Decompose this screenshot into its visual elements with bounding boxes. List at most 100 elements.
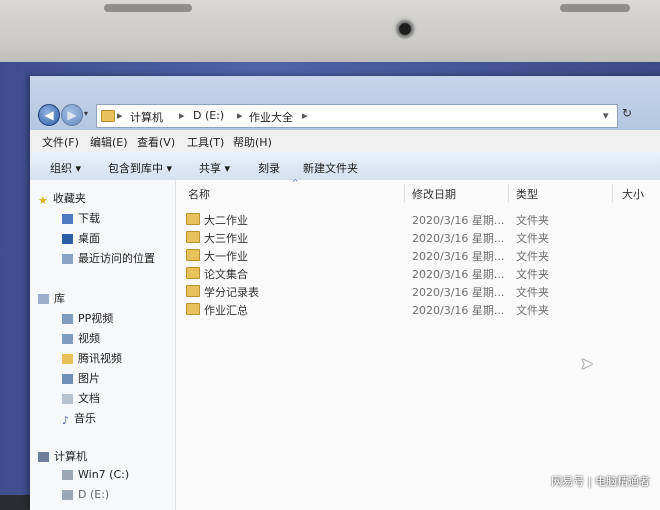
file-date: 2020/3/16 星期... [412, 250, 505, 263]
computer-icon [38, 452, 49, 462]
include-in-library-button[interactable]: 包含到库中 ▾ [108, 160, 172, 176]
address-dropdown-icon[interactable]: ▾ [603, 109, 609, 122]
watermark-author: 电脑精通者 [595, 475, 650, 488]
pictures-icon [62, 374, 73, 384]
desktop-icon [62, 234, 73, 244]
sidebar-item-videos[interactable]: 视频 [62, 330, 100, 346]
bezel-slot [104, 4, 192, 12]
file-name: 论文集合 [204, 268, 248, 281]
favorites-header[interactable]: ★ 收藏夹 [38, 190, 86, 207]
video-library-icon [62, 334, 73, 344]
file-type: 文件夹 [516, 232, 549, 245]
column-divider[interactable] [612, 184, 613, 202]
folder-icon [186, 230, 200, 243]
share-button[interactable]: 共享 ▾ [199, 160, 230, 176]
folder-icon [186, 212, 200, 225]
file-type: 文件夹 [516, 214, 549, 227]
menu-edit[interactable]: 编辑(E) [90, 134, 128, 150]
column-header-name[interactable]: 名称 [188, 186, 210, 202]
menu-bar: 文件(F) 编辑(E) 查看(V) 工具(T) 帮助(H) [30, 130, 660, 153]
file-type: 文件夹 [516, 268, 549, 281]
breadcrumb-separator: ▸ [302, 109, 308, 122]
back-button[interactable]: ◀ [38, 104, 60, 126]
breadcrumb-separator: ▸ [117, 109, 123, 122]
recent-pages-dropdown[interactable]: ▾ [84, 109, 88, 118]
folder-icon [186, 248, 200, 261]
file-date: 2020/3/16 星期... [412, 286, 505, 299]
watermark-separator: | [587, 475, 592, 488]
breadcrumb-computer[interactable]: 计算机 [130, 109, 163, 125]
folder-icon [186, 302, 200, 315]
file-row[interactable]: 作业汇总 2020/3/16 星期... 文件夹 [176, 300, 656, 318]
menu-help[interactable]: 帮助(H) [233, 134, 272, 150]
bezel-slot [560, 4, 630, 12]
column-divider[interactable] [404, 184, 405, 202]
menu-view[interactable]: 查看(V) [137, 134, 175, 150]
downloads-icon [62, 214, 73, 224]
column-header-type[interactable]: 类型 [516, 186, 538, 202]
file-name: 大三作业 [204, 232, 248, 245]
refresh-icon[interactable]: ↻ [622, 106, 640, 124]
file-date: 2020/3/16 星期... [412, 214, 505, 227]
breadcrumb-separator: ▸ [179, 109, 185, 122]
breadcrumb-separator: ▸ [237, 109, 243, 122]
file-name: 大二作业 [204, 214, 248, 227]
drive-icon [62, 470, 73, 480]
file-row[interactable]: 论文集合 2020/3/16 星期... 文件夹 [176, 264, 656, 282]
sidebar-item-tencent-video[interactable]: 腾讯视频 [62, 350, 122, 366]
forward-button[interactable]: ▶ [61, 104, 83, 126]
menu-tools[interactable]: 工具(T) [187, 134, 224, 150]
breadcrumb-drive[interactable]: D (E:) [193, 109, 224, 122]
file-date: 2020/3/16 星期... [412, 232, 505, 245]
column-divider[interactable] [508, 184, 509, 202]
library-icon [38, 294, 49, 304]
organize-button[interactable]: 组织 ▾ [50, 160, 81, 176]
navigation-pane: ★收藏夹 下载 桌面 最近访问的位置 库 PP视频 视频 腾讯视频 图片 文档 [30, 180, 176, 510]
file-row[interactable]: 大一作业 2020/3/16 星期... 文件夹 [176, 246, 656, 264]
video-library-icon [62, 314, 73, 324]
command-bar: 组织 ▾ 包含到库中 ▾ 共享 ▾ 刻录 新建文件夹 [30, 152, 660, 181]
music-icon: ♪ [62, 414, 70, 427]
file-row[interactable]: 学分记录表 2020/3/16 星期... 文件夹 [176, 282, 656, 300]
sidebar-item-recent[interactable]: 最近访问的位置 [62, 250, 155, 266]
sidebar-item-documents[interactable]: 文档 [62, 390, 100, 406]
watermark: 网易号 | 电脑精通者 [551, 473, 650, 489]
column-header-modified[interactable]: 修改日期 [412, 186, 456, 202]
file-name: 作业汇总 [204, 304, 248, 317]
title-bar: ◀ ▶ ▾ ▸ 计算机 ▸ D (E:) ▸ 作业大全 ▸ ▾ ↻ [30, 76, 660, 130]
file-name: 大一作业 [204, 250, 248, 263]
watermark-brand: 网易号 [551, 475, 585, 488]
sort-indicator-icon: ^ [292, 178, 299, 187]
star-icon: ★ [38, 194, 48, 207]
file-row[interactable]: 大二作业 2020/3/16 星期... 文件夹 [176, 210, 656, 228]
explorer-window: ◀ ▶ ▾ ▸ 计算机 ▸ D (E:) ▸ 作业大全 ▸ ▾ ↻ 文件(F) … [30, 76, 660, 510]
file-list: 名称 ^ 修改日期 类型 大小 大二作业 2020/3/16 星期... 文件夹… [176, 178, 660, 510]
breadcrumb-folder[interactable]: 作业大全 [249, 109, 293, 125]
laptop-bezel [0, 0, 660, 70]
drive-icon [62, 490, 73, 500]
documents-icon [62, 394, 73, 404]
folder-icon [186, 284, 200, 297]
sidebar-item-drive-c[interactable]: Win7 (C:) [62, 468, 129, 481]
folder-icon [62, 354, 73, 364]
file-row[interactable]: 大三作业 2020/3/16 星期... 文件夹 [176, 228, 656, 246]
sidebar-item-music[interactable]: ♪ 音乐 [62, 410, 96, 427]
sidebar-item-downloads[interactable]: 下载 [62, 210, 100, 226]
computer-header[interactable]: 计算机 [38, 448, 87, 464]
file-date: 2020/3/16 星期... [412, 268, 505, 281]
libraries-header[interactable]: 库 [38, 290, 65, 306]
menu-file[interactable]: 文件(F) [42, 134, 79, 150]
file-name: 学分记录表 [204, 286, 259, 299]
file-type: 文件夹 [516, 304, 549, 317]
burn-button[interactable]: 刻录 [258, 160, 280, 176]
sidebar-item-pictures[interactable]: 图片 [62, 370, 100, 386]
file-date: 2020/3/16 星期... [412, 304, 505, 317]
column-header-size[interactable]: 大小 [622, 186, 644, 202]
mouse-cursor-icon: ➤ [580, 354, 594, 373]
new-folder-button[interactable]: 新建文件夹 [303, 160, 358, 176]
sidebar-item-pp-video[interactable]: PP视频 [62, 310, 113, 326]
webcam [392, 16, 418, 42]
address-bar[interactable]: ▸ 计算机 ▸ D (E:) ▸ 作业大全 ▸ ▾ [96, 104, 618, 128]
folder-icon [186, 266, 200, 279]
sidebar-item-desktop[interactable]: 桌面 [62, 230, 100, 246]
